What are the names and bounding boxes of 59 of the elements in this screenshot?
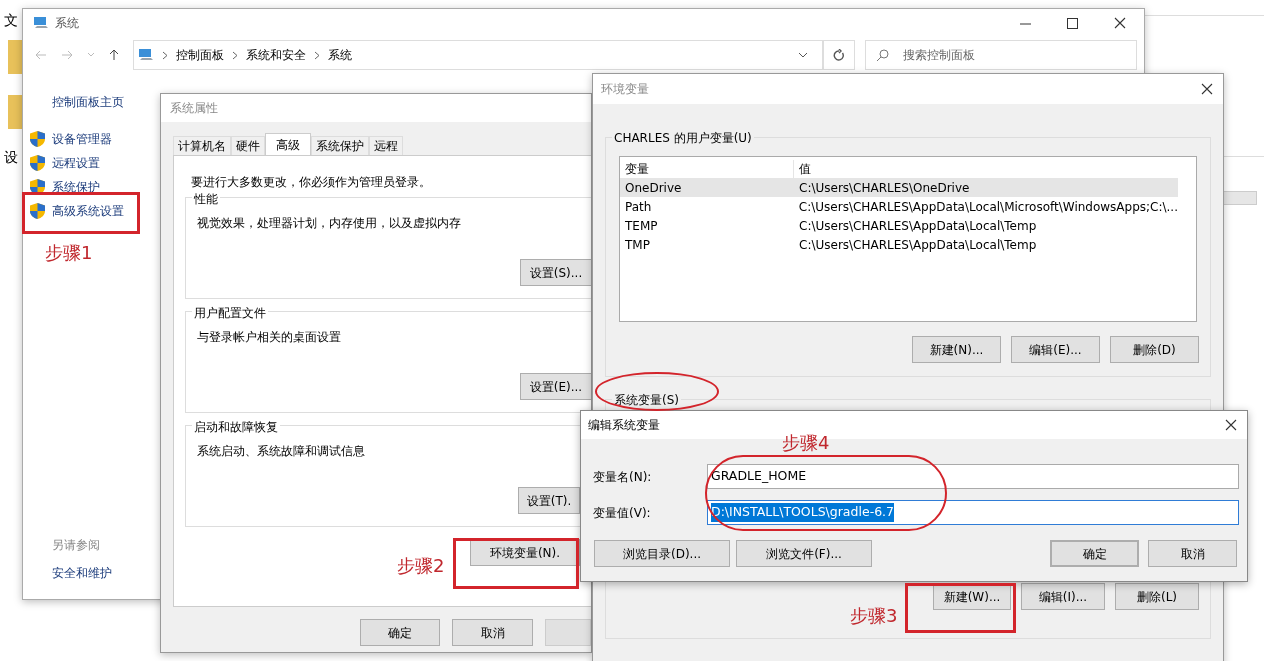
step-label: 步骤2 bbox=[397, 554, 445, 578]
group-description: 视觉效果，处理器计划，内存使用，以及虚拟内存 bbox=[197, 215, 462, 232]
browse-button[interactable]: 浏览目录(D)... bbox=[594, 540, 730, 567]
dialog-title: 环境变量 bbox=[601, 81, 649, 98]
settings-button[interactable]: 设置(S)... bbox=[520, 259, 591, 286]
variable-row[interactable]: TMP C:\Users\CHARLES\AppData\Local\Temp bbox=[620, 235, 1178, 254]
delete-button[interactable]: 删除(D) bbox=[1110, 336, 1199, 363]
dialog-title: 系统属性 bbox=[170, 100, 218, 117]
cancel-button[interactable]: 取消 bbox=[1148, 540, 1237, 567]
step-label: 步骤3 bbox=[850, 604, 898, 628]
column-header[interactable]: 值 bbox=[794, 159, 811, 178]
delete-button[interactable]: 删除(L) bbox=[1115, 583, 1199, 610]
dialog-title: 编辑系统变量 bbox=[588, 417, 660, 434]
edit-button[interactable]: 编辑(I)... bbox=[1021, 583, 1105, 610]
field-label: 变量名(N): bbox=[593, 468, 653, 486]
desktop-label: 设 bbox=[4, 148, 18, 167]
group-title: 用户配置文件 bbox=[192, 304, 268, 322]
tab[interactable]: 计算机名 bbox=[173, 136, 231, 155]
desktop-label: 文 bbox=[4, 11, 18, 30]
column-header[interactable]: 变量 bbox=[620, 159, 794, 178]
cancel-button[interactable]: 取消 bbox=[452, 619, 533, 646]
breadcrumb-item[interactable]: 系统 bbox=[328, 46, 352, 64]
field-label: 变量值(V): bbox=[593, 504, 652, 522]
ok-button[interactable]: 确定 bbox=[360, 619, 441, 646]
sidebar-link[interactable]: 控制面板主页 bbox=[52, 93, 161, 111]
search-field[interactable]: 搜索控制面板 bbox=[865, 40, 1137, 70]
ok-button[interactable]: 确定 bbox=[1050, 540, 1139, 567]
sidebar-item[interactable]: 设备管理器 bbox=[23, 130, 161, 148]
group-title: 启动和故障恢复 bbox=[192, 418, 280, 436]
variable-row[interactable]: Path C:\Users\CHARLES\AppData\Local\Microsoft\WindowsApps;C:\... bbox=[620, 197, 1178, 216]
group-description: 系统启动、系统故障和调试信息 bbox=[197, 443, 366, 460]
variable-row[interactable]: OneDrive C:\Users\CHARLES\OneDrive bbox=[620, 178, 1178, 197]
sidebar-link[interactable]: 安全和维护 bbox=[52, 564, 161, 582]
settings-button[interactable]: 设置(T). bbox=[518, 487, 580, 514]
group-description: 与登录帐户相关的桌面设置 bbox=[197, 329, 342, 346]
breadcrumb-item[interactable]: 控制面板 bbox=[176, 46, 224, 64]
group-title: CHARLES 的用户变量(U) bbox=[612, 129, 754, 147]
tab[interactable]: 硬件 bbox=[231, 136, 265, 155]
input-field[interactable]: GRADLE_HOME bbox=[707, 464, 1239, 489]
tab[interactable]: 高级 bbox=[265, 133, 311, 155]
step-label: 步骤1 bbox=[45, 241, 93, 265]
browse-button[interactable]: 浏览文件(F)... bbox=[736, 540, 872, 567]
window-title: 系统 bbox=[55, 15, 79, 32]
breadcrumb-item[interactable]: 系统和安全 bbox=[246, 46, 306, 64]
admin-notice: 要进行大多数更改，你必须作为管理员登录。 bbox=[191, 174, 432, 191]
see-also-heading: 另请参阅 bbox=[52, 537, 101, 554]
edit-button[interactable]: 编辑(E)... bbox=[1011, 336, 1100, 363]
address-bar[interactable]: 控制面板 系统和安全 系统 bbox=[133, 40, 823, 70]
group-title: 性能 bbox=[192, 190, 220, 208]
sidebar-item[interactable]: 远程设置 bbox=[23, 154, 161, 172]
input-field[interactable]: D:\INSTALL\TOOLS\gradle-6.7 bbox=[707, 500, 1239, 525]
variable-row[interactable]: TEMP C:\Users\CHARLES\AppData\Local\Temp bbox=[620, 216, 1178, 235]
sidebar-item[interactable]: 高级系统设置 bbox=[23, 202, 161, 220]
tab[interactable]: 远程 bbox=[369, 136, 403, 155]
tab[interactable]: 系统保护 bbox=[311, 136, 369, 155]
settings-button[interactable]: 设置(E)... bbox=[520, 373, 591, 400]
sidebar-item[interactable]: 系统保护 bbox=[23, 178, 161, 196]
new-button[interactable]: 新建(N)... bbox=[912, 336, 1001, 363]
step-label: 步骤4 bbox=[782, 431, 830, 455]
